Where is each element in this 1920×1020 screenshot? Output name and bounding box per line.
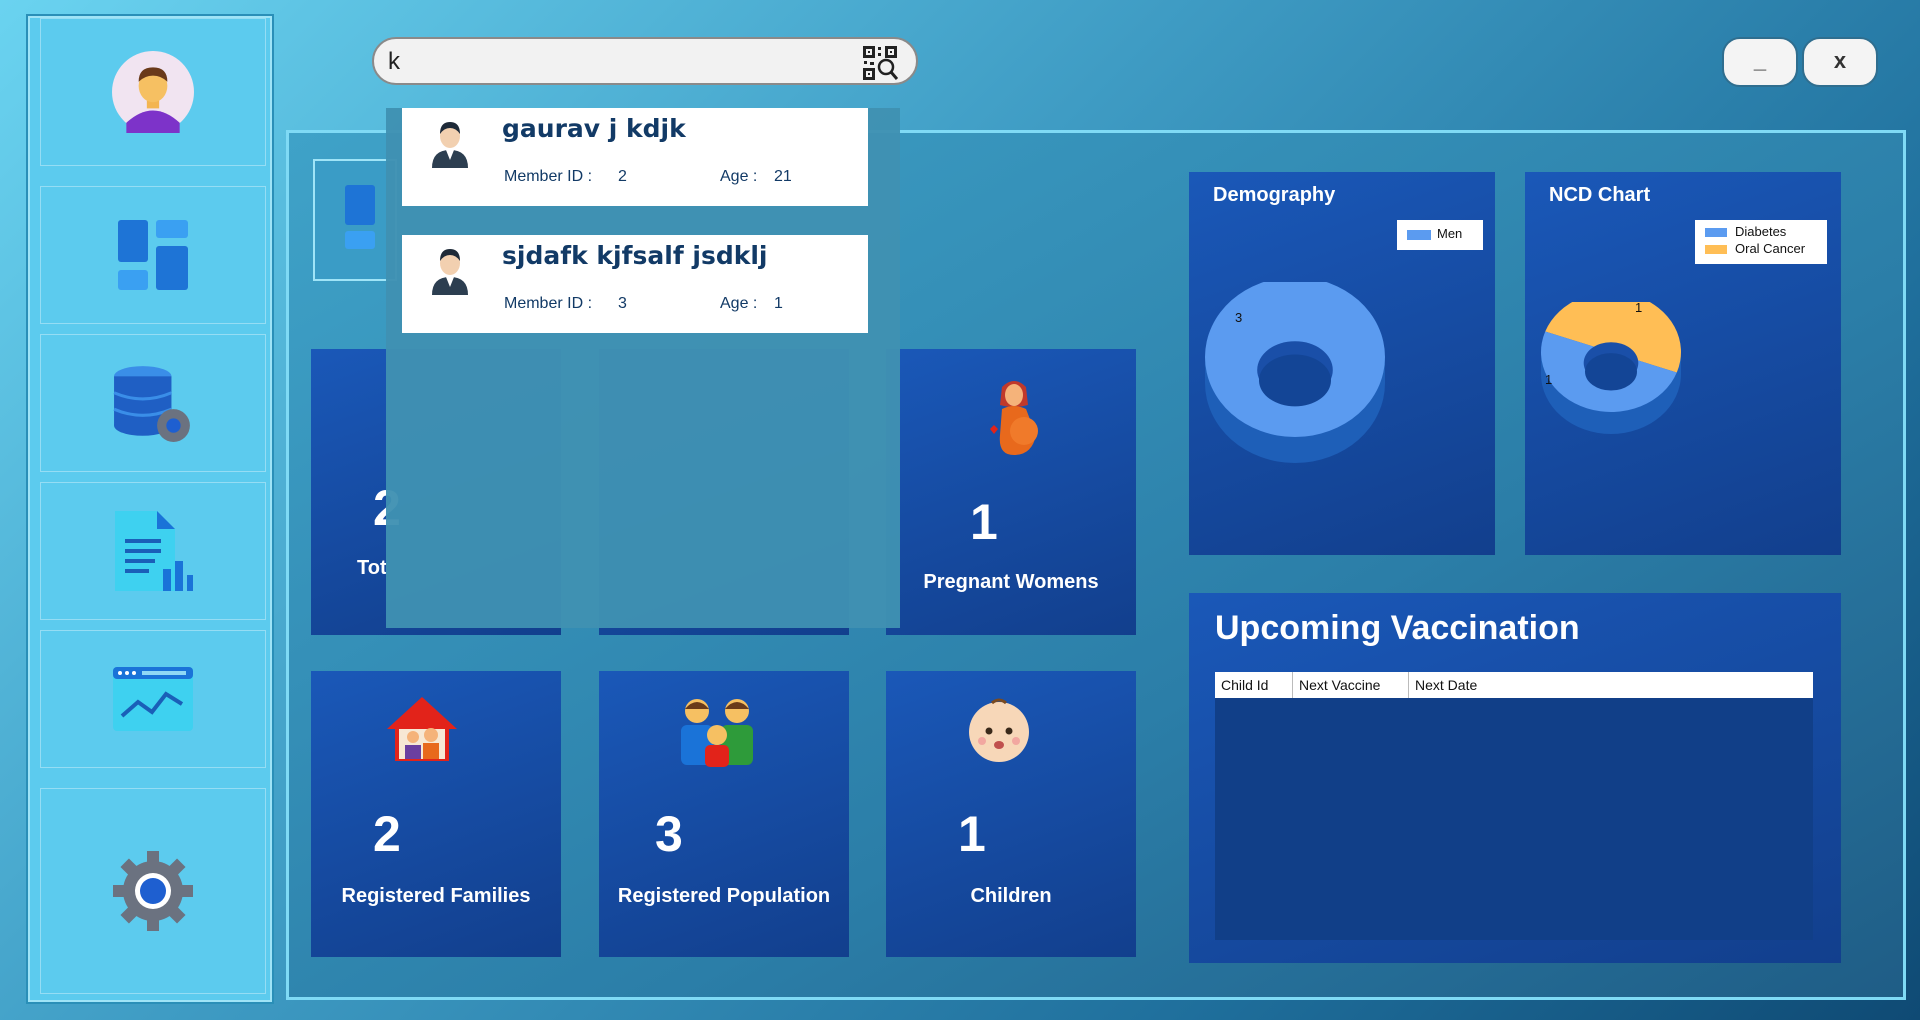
settings-gear-icon xyxy=(113,851,193,931)
pregnant-value: 1 xyxy=(970,494,998,550)
ncd-legend: Diabetes Oral Cancer xyxy=(1695,220,1827,264)
member-avatar-icon xyxy=(432,249,468,295)
member-id-value: 3 xyxy=(618,295,627,312)
legend-label-oral-cancer: Oral Cancer xyxy=(1735,241,1806,256)
sidebar xyxy=(28,16,272,1002)
ncd-title: NCD Chart xyxy=(1549,184,1651,206)
demography-title: Demography xyxy=(1213,184,1336,206)
search-result-item[interactable]: gaurav j kdjk Member ID : 2 Age : 21 xyxy=(402,108,868,206)
report-document-icon xyxy=(115,511,193,591)
search-result-item[interactable]: sjdafk kjfsalf jsdklj Member ID : 3 Age … xyxy=(402,235,868,333)
search-bar xyxy=(372,37,918,85)
pie-hole-inner xyxy=(1585,353,1637,391)
user-avatar-icon xyxy=(112,51,194,133)
column-header-next-date[interactable]: Next Date xyxy=(1409,672,1813,698)
result-name: sjdafk kjfsalf jsdklj xyxy=(502,241,768,270)
children-label: Children xyxy=(970,885,1052,907)
database-settings-icon xyxy=(113,366,190,442)
vaccination-title: Upcoming Vaccination xyxy=(1215,609,1580,647)
dashboard-header-badge xyxy=(313,159,397,281)
family-house-icon xyxy=(387,697,457,761)
pie-data-label: 1 xyxy=(1545,372,1552,387)
pie-data-label: 3 xyxy=(1235,310,1242,325)
families-tile[interactable]: 2 Registered Families xyxy=(311,671,561,957)
legend-swatch-diabetes xyxy=(1705,228,1727,237)
dashboard-icon xyxy=(118,220,188,290)
legend-label-diabetes: Diabetes xyxy=(1735,224,1787,239)
children-tile[interactable]: 1 Children xyxy=(886,671,1136,957)
legend-label-men: Men xyxy=(1437,226,1463,241)
legend-swatch-men xyxy=(1407,230,1431,240)
population-label: Registered Population xyxy=(617,885,831,907)
result-name: gaurav j kdjk xyxy=(502,114,686,143)
column-header-child-id[interactable]: Child Id xyxy=(1215,672,1293,698)
member-id-label: Member ID : xyxy=(504,295,593,312)
families-value: 2 xyxy=(373,806,401,862)
sidebar-item-settings[interactable] xyxy=(40,788,266,994)
sidebar-item-database[interactable] xyxy=(40,334,266,472)
qr-scan-icon[interactable] xyxy=(862,45,898,81)
sidebar-item-dashboard[interactable] xyxy=(40,186,266,324)
sidebar-item-report[interactable] xyxy=(40,482,266,620)
pregnant-label: Pregnant Womens xyxy=(923,571,1099,593)
vaccination-table: Child Id Next Vaccine Next Date xyxy=(1215,672,1813,940)
sidebar-item-analytics[interactable] xyxy=(40,630,266,768)
population-value: 3 xyxy=(655,806,683,862)
baby-icon xyxy=(969,698,1029,762)
pie-data-label: 1 xyxy=(1635,302,1642,315)
sidebar-item-profile[interactable] xyxy=(40,18,266,166)
demography-pie-chart: 3 xyxy=(1205,282,1385,463)
pie-hole-inner xyxy=(1259,354,1331,407)
age-label: Age : xyxy=(720,295,758,312)
vaccination-panel: Upcoming Vaccination Child Id Next Vacci… xyxy=(1189,593,1841,963)
age-value: 21 xyxy=(774,168,792,185)
demography-panel: Demography Men 3 xyxy=(1189,172,1495,555)
analytics-chart-icon xyxy=(113,667,193,731)
pregnant-woman-icon xyxy=(990,381,1038,455)
member-avatar-icon xyxy=(432,122,468,168)
legend-swatch-oral-cancer xyxy=(1705,245,1727,254)
children-value: 1 xyxy=(958,806,986,862)
close-button[interactable]: x xyxy=(1802,37,1878,87)
families-label: Registered Families xyxy=(341,885,531,907)
ncd-pie-chart: 11 xyxy=(1541,302,1681,434)
search-input[interactable] xyxy=(386,47,850,77)
population-tile[interactable]: 3 Registered Population xyxy=(599,671,849,957)
age-value: 1 xyxy=(774,295,783,312)
pregnant-tile[interactable]: 1 Pregnant Womens xyxy=(886,349,1136,635)
demography-legend: Men xyxy=(1397,220,1483,250)
member-id-label: Member ID : xyxy=(504,168,593,185)
column-header-next-vaccine[interactable]: Next Vaccine xyxy=(1293,672,1409,698)
member-id-value: 2 xyxy=(618,168,627,185)
minimize-button[interactable]: _ xyxy=(1722,37,1798,87)
population-group-icon xyxy=(681,699,753,767)
search-results-dropdown: gaurav j kdjk Member ID : 2 Age : 21 sjd… xyxy=(386,108,900,628)
ncd-panel: NCD Chart Diabetes Oral Cancer 11 xyxy=(1525,172,1841,555)
age-label: Age : xyxy=(720,168,758,185)
